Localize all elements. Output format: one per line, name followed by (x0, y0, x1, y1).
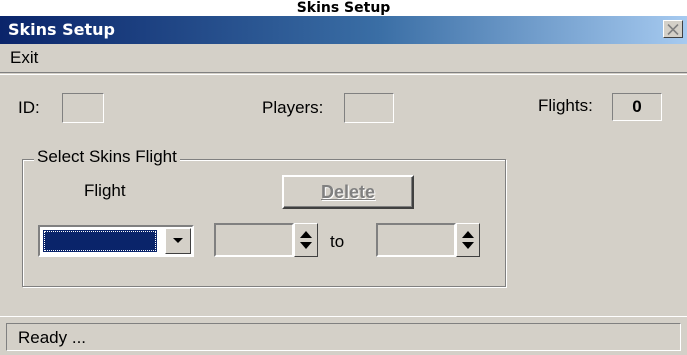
flight-label: Flight (84, 181, 126, 200)
to-spinner[interactable] (456, 223, 480, 257)
flight-selected-value (43, 230, 157, 252)
players-field[interactable] (344, 93, 394, 123)
close-x-icon (667, 23, 679, 35)
id-field[interactable] (62, 93, 104, 123)
menu-item-exit-label: Exit (10, 48, 39, 67)
to-field[interactable] (376, 223, 456, 257)
delete-button[interactable]: Delete (282, 175, 414, 209)
delete-button-label: Delete (320, 182, 376, 202)
up-down-arrows-icon (462, 231, 474, 249)
skins-setup-window: Skins Setup Exit ID: Players: Flights: 0… (0, 16, 687, 355)
title-bar[interactable]: Skins Setup (0, 16, 687, 44)
to-label: to (330, 232, 345, 251)
chevron-down-icon (173, 238, 183, 243)
group-legend: Select Skins Flight (34, 147, 180, 167)
client-area: ID: Players: Flights: 0 Select Skins Fli… (0, 74, 687, 317)
up-down-arrows-icon (300, 231, 312, 249)
close-button[interactable] (663, 20, 683, 38)
from-spinner[interactable] (294, 223, 318, 257)
players-label: Players: (262, 98, 324, 117)
menu-item-exit[interactable]: Exit (10, 48, 38, 68)
window-title: Skins Setup (8, 20, 115, 39)
id-label: ID: (18, 98, 40, 117)
page-heading: Skins Setup (296, 0, 391, 16)
flights-label: Flights: (538, 96, 593, 115)
menu-bar: Exit (0, 44, 687, 73)
status-panel (6, 323, 681, 351)
dropdown-arrow-button[interactable] (165, 228, 191, 254)
status-text: Ready ... (18, 328, 87, 347)
from-field[interactable] (214, 223, 294, 257)
flights-count: 0 (612, 93, 662, 121)
status-bar: Ready ... (0, 316, 687, 355)
flight-dropdown[interactable] (38, 225, 194, 257)
